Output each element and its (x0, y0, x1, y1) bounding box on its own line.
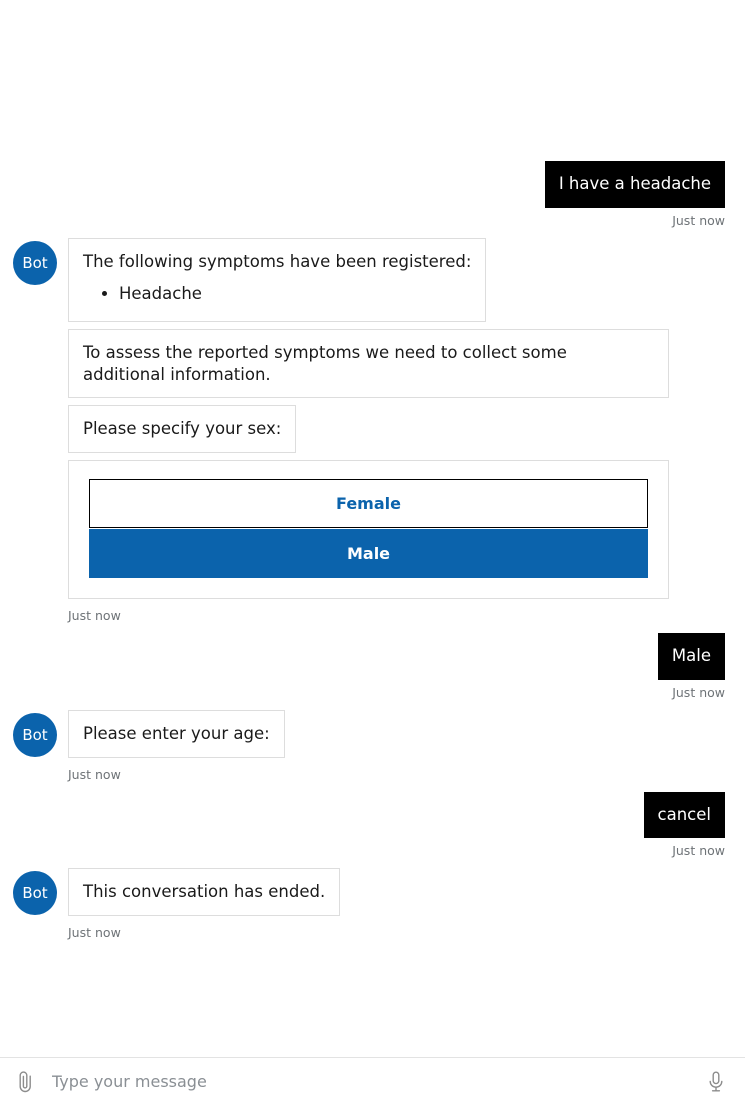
message-input[interactable] (40, 1066, 701, 1097)
bot-message-bubble-age: Please enter your age: (68, 709, 285, 758)
bot-message-row: Bot Please enter your age: (10, 709, 735, 765)
message-group-user-headache: I have a headache Just now (10, 161, 735, 228)
user-message-bubble: Male (657, 633, 725, 680)
chat-top-spacer (10, 0, 735, 161)
message-timestamp: Just now (672, 212, 725, 228)
avatar: Bot (13, 240, 57, 285)
list-item: Headache (119, 283, 471, 304)
sex-options-card: Female Male (68, 460, 669, 600)
message-timestamp: Just now (68, 608, 121, 624)
message-timestamp: Just now (68, 924, 121, 940)
message-list: I have a headache Just now Bot The follo… (0, 0, 745, 940)
option-button-female[interactable]: Female (89, 479, 648, 529)
user-message-row: I have a headache (10, 161, 735, 208)
symptoms-intro-text: The following symptoms have been registe… (83, 251, 472, 271)
user-message-row: Male (10, 633, 735, 680)
bot-bubble-stack: This conversation has ended. (68, 868, 735, 923)
bot-bubble-stack: The following symptoms have been registe… (68, 237, 735, 607)
message-timestamp: Just now (672, 684, 725, 700)
bot-message-bubble-ended: This conversation has ended. (68, 868, 341, 916)
message-timestamp: Just now (672, 843, 725, 859)
bot-message-row: Bot The following symptoms have been reg… (10, 237, 735, 607)
symptoms-list: Headache (83, 283, 471, 304)
paperclip-icon[interactable] (10, 1067, 40, 1097)
bot-message-bubble-assess: To assess the reported symptoms we need … (68, 328, 669, 399)
chat-scroll-area[interactable]: I have a headache Just now Bot The follo… (0, 0, 745, 1057)
bot-message-bubble-ask-sex: Please specify your sex: (68, 405, 297, 454)
bot-message-row: Bot This conversation has ended. (10, 868, 735, 923)
option-button-male[interactable]: Male (89, 529, 648, 579)
message-group-bot-age: Bot Please enter your age: Just now (10, 709, 735, 782)
message-timestamp: Just now (68, 766, 121, 782)
message-composer (0, 1057, 745, 1105)
message-group-bot-ended: Bot This conversation has ended. Just no… (10, 868, 735, 940)
microphone-icon[interactable] (701, 1067, 731, 1097)
bot-bubble-stack: Please enter your age: (68, 709, 735, 765)
message-group-user-male: Male Just now (10, 633, 735, 700)
user-message-bubble: cancel (643, 791, 725, 839)
message-group-user-cancel: cancel Just now (10, 791, 735, 859)
avatar: Bot (13, 712, 57, 757)
avatar: Bot (13, 871, 57, 916)
bot-message-bubble-symptoms: The following symptoms have been registe… (68, 237, 487, 322)
user-message-row: cancel (10, 791, 735, 839)
message-group-bot-symptoms: Bot The following symptoms have been reg… (10, 237, 735, 624)
user-message-bubble: I have a headache (544, 161, 725, 208)
